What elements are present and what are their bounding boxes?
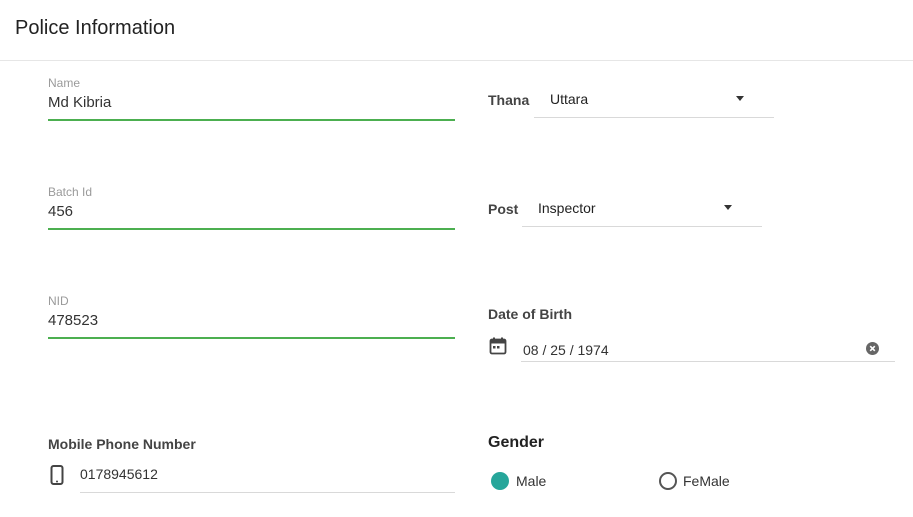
name-label: Name bbox=[48, 76, 81, 90]
clear-icon[interactable] bbox=[866, 342, 879, 355]
name-underline bbox=[48, 119, 455, 121]
batch-id-label: Batch Id bbox=[48, 185, 93, 199]
gender-option-male[interactable]: Male bbox=[491, 471, 561, 491]
mobile-underline bbox=[80, 492, 455, 493]
thana-selected-value: Uttara bbox=[550, 91, 589, 107]
thana-underline bbox=[534, 117, 774, 118]
mobile-field[interactable]: 0178945612 bbox=[80, 462, 455, 493]
batch-id-underline bbox=[48, 228, 455, 230]
radio-checked-icon[interactable] bbox=[491, 472, 509, 490]
post-label: Post bbox=[488, 201, 519, 217]
mobile-input[interactable]: 0178945612 bbox=[80, 466, 158, 482]
nid-underline bbox=[48, 337, 455, 339]
phone-icon bbox=[50, 465, 64, 485]
thana-label: Thana bbox=[488, 92, 530, 108]
gender-option-label: FeMale bbox=[683, 473, 730, 489]
post-selected-value: Inspector bbox=[538, 200, 596, 216]
page-title: Police Information bbox=[15, 17, 176, 39]
nid-input[interactable]: 478523 bbox=[48, 312, 98, 329]
nid-field[interactable]: NID 478523 bbox=[48, 292, 455, 340]
chevron-down-icon bbox=[736, 96, 744, 101]
post-underline bbox=[522, 226, 762, 227]
gender-label: Gender bbox=[488, 434, 545, 451]
batch-id-input[interactable]: 456 bbox=[48, 203, 73, 220]
name-field[interactable]: Name Md Kibria bbox=[48, 74, 455, 122]
nid-label: NID bbox=[48, 294, 69, 308]
dob-underline bbox=[521, 361, 895, 362]
mobile-label: Mobile Phone Number bbox=[48, 436, 196, 452]
page-header: Police Information bbox=[0, 0, 913, 61]
radio-unchecked-icon[interactable] bbox=[659, 472, 677, 490]
batch-id-field[interactable]: Batch Id 456 bbox=[48, 183, 455, 231]
gender-option-female[interactable]: FeMale bbox=[659, 471, 749, 491]
post-select[interactable]: Inspector bbox=[522, 193, 762, 227]
chevron-down-icon bbox=[724, 205, 732, 210]
thana-select[interactable]: Uttara bbox=[534, 84, 774, 118]
dob-input-field[interactable]: 08 / 25 / 1974 bbox=[521, 336, 895, 362]
calendar-icon[interactable] bbox=[489, 337, 507, 355]
name-input[interactable]: Md Kibria bbox=[48, 94, 111, 111]
gender-option-label: Male bbox=[516, 473, 547, 489]
dob-input[interactable]: 08 / 25 / 1974 bbox=[523, 342, 609, 358]
dob-label: Date of Birth bbox=[488, 306, 572, 322]
